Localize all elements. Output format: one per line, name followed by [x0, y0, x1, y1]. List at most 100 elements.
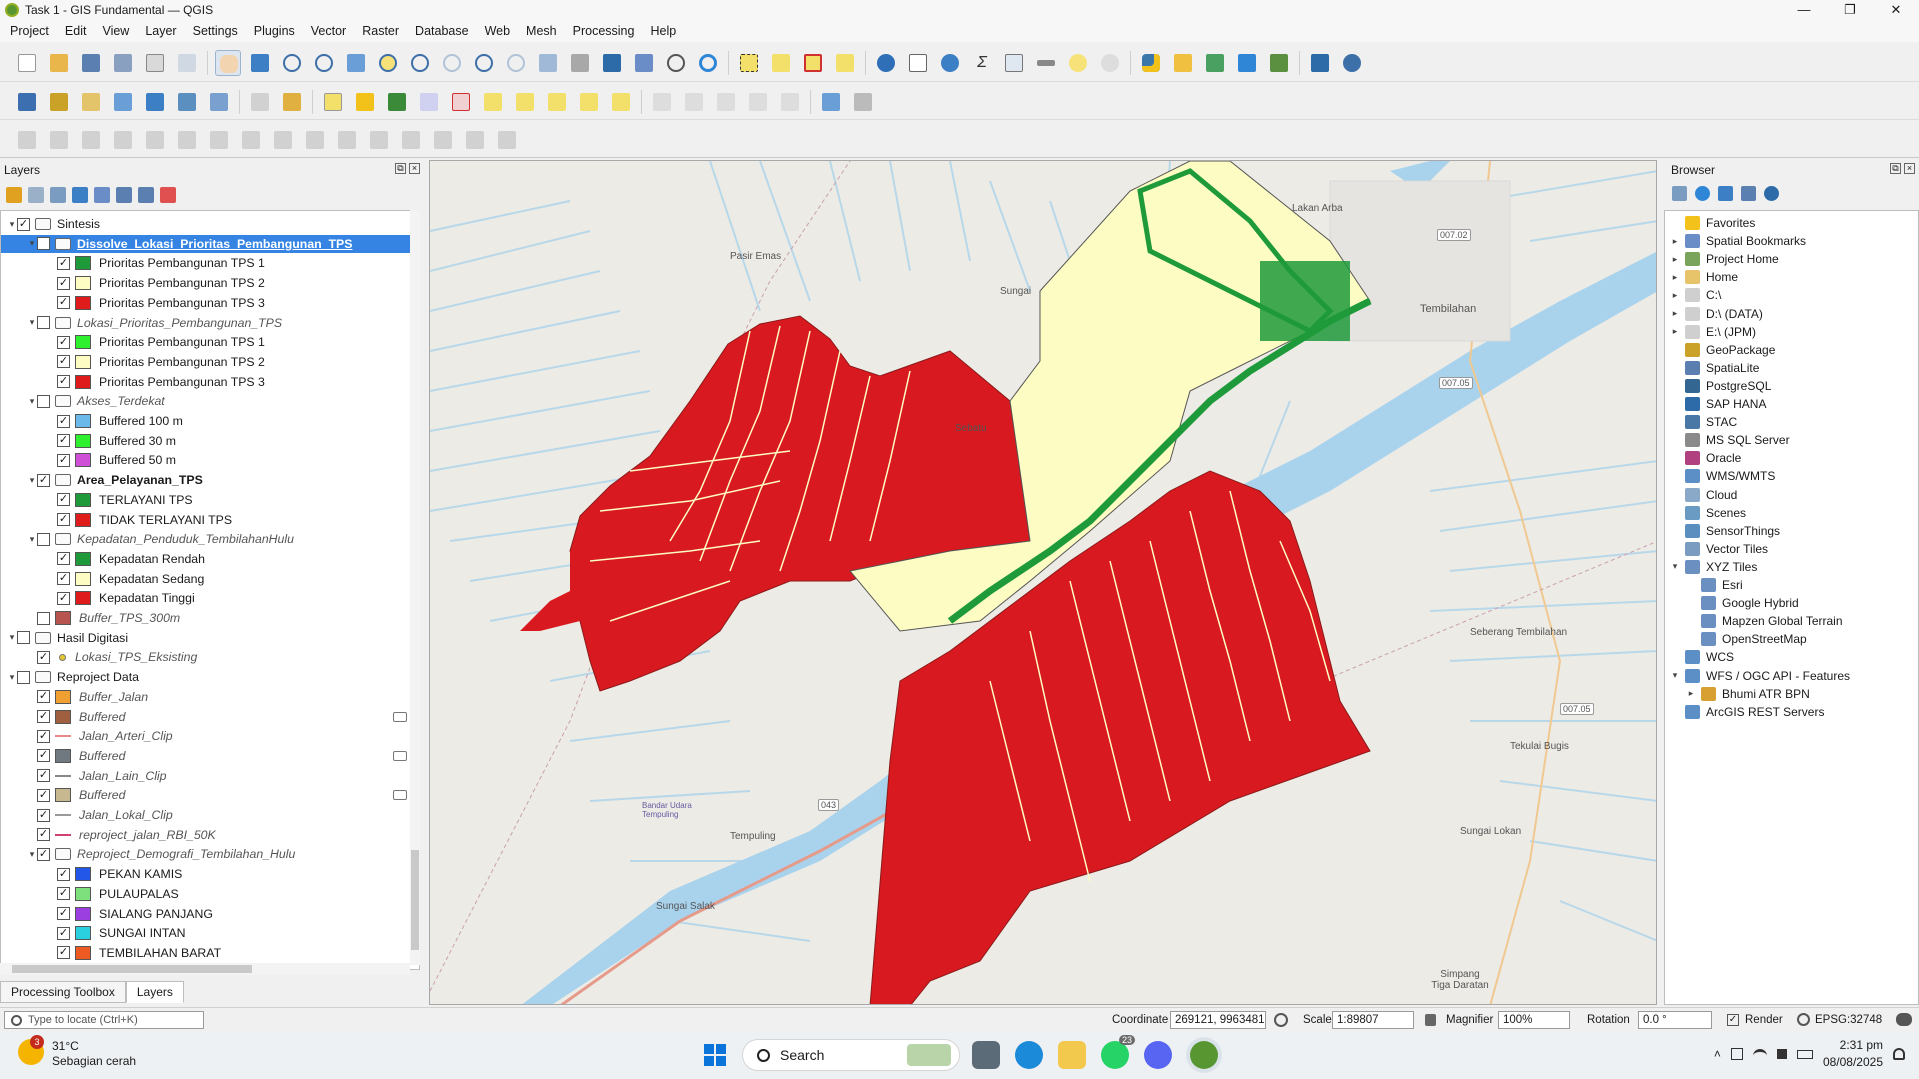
move-annotation-icon[interactable] [850, 89, 876, 115]
layer-tree-row[interactable]: ✓ Prioritas Pembangunan TPS 2 [1, 353, 411, 371]
menu-raster[interactable]: Raster [352, 24, 405, 38]
identify-features-icon[interactable] [873, 50, 899, 76]
file-explorer-icon[interactable] [1058, 1041, 1086, 1069]
start-button[interactable] [704, 1044, 726, 1066]
browser-item[interactable]: SensorThings [1665, 522, 1915, 540]
expand-arrow-icon[interactable]: ▸ [1669, 326, 1681, 337]
diagram-icon[interactable] [384, 89, 410, 115]
layer-tree-row[interactable]: ✓ Kepadatan Tinggi [1, 589, 411, 607]
layer-visibility-checkbox[interactable]: ✓ [57, 552, 70, 566]
filter-browser-icon[interactable] [1718, 186, 1733, 201]
layer-tree-row[interactable]: ✓ Kepadatan Sedang [1, 570, 411, 588]
deselect-all-icon[interactable] [800, 50, 826, 76]
extents-toggle-icon[interactable] [1274, 1013, 1288, 1027]
browser-item[interactable]: Google Hybrid [1665, 594, 1915, 612]
save-project-icon[interactable] [78, 50, 104, 76]
tray-chevron-icon[interactable]: ˄ [1714, 1047, 1721, 1061]
plugin-icon-3[interactable] [1234, 50, 1260, 76]
expand-arrow-icon[interactable]: ▸ [1669, 308, 1681, 319]
label-pin-icon[interactable] [416, 89, 442, 115]
menu-database[interactable]: Database [405, 24, 475, 38]
tab-processing-toolbox[interactable]: Processing Toolbox [0, 981, 126, 1003]
zoom-last-icon[interactable] [471, 50, 497, 76]
expand-arrow-icon[interactable]: ▾ [7, 632, 17, 643]
layer-tree-row[interactable]: ✓ Jalan_Lain_Clip [1, 767, 411, 785]
layer-visibility-checkbox[interactable]: ✓ [37, 316, 50, 329]
speaker-icon[interactable] [1776, 1049, 1787, 1059]
browser-item[interactable]: Scenes [1665, 504, 1915, 522]
layer-tree-row[interactable]: ▾✓ Akses_Terdekat [1, 392, 411, 410]
filter-legend-icon[interactable] [72, 187, 88, 203]
info-icon[interactable] [1764, 186, 1779, 201]
field-calculator-icon[interactable] [1001, 50, 1027, 76]
select-by-value-icon[interactable] [768, 50, 794, 76]
menu-project[interactable]: Project [0, 24, 55, 38]
scale-field[interactable]: 1:89807 [1332, 1011, 1414, 1029]
layer-visibility-checkbox[interactable]: ✓ [57, 513, 70, 526]
taskbar-search[interactable]: Search [742, 1039, 960, 1071]
collapse-all-icon[interactable] [138, 187, 154, 203]
temporal-controller-icon[interactable] [663, 50, 689, 76]
data-source-manager-icon[interactable] [14, 89, 40, 115]
menu-vector[interactable]: Vector [301, 24, 352, 38]
float-panel-icon[interactable]: ⧉ [395, 163, 406, 174]
simplify-icon[interactable] [174, 127, 200, 153]
label-show-hide-icon[interactable] [576, 89, 602, 115]
discord-icon[interactable] [1144, 1041, 1172, 1069]
layer-tree-row[interactable]: ▾✓ Kepadatan_Penduduk_TembilahanHulu [1, 530, 411, 548]
expand-arrow-icon[interactable]: ▾ [27, 396, 37, 407]
layer-visibility-checkbox[interactable]: ✓ [57, 907, 70, 920]
browser-item[interactable]: STAC [1665, 413, 1915, 431]
clock[interactable]: 2:31 pm 08/08/2025 [1823, 1037, 1883, 1071]
toggle-editing-icon[interactable] [247, 89, 273, 115]
digitize-icon[interactable] [14, 127, 40, 153]
expand-arrow-icon[interactable]: ▸ [1685, 688, 1697, 699]
expand-arrow-icon[interactable]: ▾ [1669, 561, 1681, 572]
split-feature-icon[interactable] [270, 127, 296, 153]
layer-visibility-checkbox[interactable]: ✓ [37, 729, 50, 743]
browser-item[interactable]: ▸ Bhumi ATR BPN [1665, 685, 1915, 703]
undo-icon[interactable] [494, 127, 520, 153]
magnifier-field[interactable]: 100% [1498, 1011, 1570, 1029]
zoom-next-icon[interactable] [503, 50, 529, 76]
new-virtual-layer-icon[interactable] [110, 89, 136, 115]
show-bookmarks-icon[interactable] [631, 50, 657, 76]
browser-item[interactable]: Mapzen Global Terrain [1665, 612, 1915, 630]
layer-tree-row[interactable]: ✓ Buffered [1, 708, 411, 726]
new-shapefile-icon[interactable] [78, 89, 104, 115]
edge-browser-icon[interactable] [1015, 1041, 1043, 1069]
tray-app-icon[interactable] [1730, 1048, 1743, 1060]
locate-icon[interactable] [1097, 50, 1123, 76]
layer-tree-row[interactable]: ✓ Prioritas Pembangunan TPS 3 [1, 294, 411, 312]
remove-layer-icon[interactable] [160, 187, 176, 203]
browser-item[interactable]: GeoPackage [1665, 341, 1915, 359]
browser-item[interactable]: ▾ WFS / OGC API - Features [1665, 667, 1915, 685]
zoom-in-icon[interactable] [279, 50, 305, 76]
layer-tree-row[interactable]: ✓ Buffer_TPS_300m [1, 609, 411, 627]
new-bookmark-icon[interactable] [599, 50, 625, 76]
expand-arrow-icon[interactable]: ▾ [27, 475, 37, 486]
fill-ring-icon[interactable] [713, 89, 739, 115]
add-part-icon[interactable] [681, 89, 707, 115]
zoom-full-icon[interactable] [343, 50, 369, 76]
scale-feature-icon[interactable] [142, 127, 168, 153]
layer-visibility-checkbox[interactable]: ✓ [57, 335, 70, 349]
layer-tree-row[interactable]: ▾✓ Reproject Data [1, 668, 411, 686]
browser-item[interactable]: Esri [1665, 576, 1915, 594]
add-vector-icon[interactable] [206, 89, 232, 115]
menu-layer[interactable]: Layer [135, 24, 182, 38]
expand-arrow-icon[interactable]: ▾ [27, 534, 37, 545]
layer-visibility-checkbox[interactable]: ✓ [57, 572, 70, 586]
print-layout-icon[interactable] [142, 50, 168, 76]
maximize-button[interactable]: ❐ [1827, 0, 1873, 20]
expand-arrow-icon[interactable]: ▸ [1669, 290, 1681, 301]
float-browser-icon[interactable]: ⧉ [1890, 163, 1901, 174]
locator-search-input[interactable]: Type to locate (Ctrl+K) [4, 1011, 204, 1029]
new-map-view-icon[interactable] [535, 50, 561, 76]
expand-arrow-icon[interactable]: ▾ [27, 317, 37, 328]
zoom-to-layer-icon[interactable] [407, 50, 433, 76]
rotate-feature-icon[interactable] [110, 127, 136, 153]
layer-tree-row[interactable]: ✓ Jalan_Arteri_Clip [1, 727, 411, 745]
layer-visibility-checkbox[interactable]: ✓ [37, 394, 50, 408]
add-delimited-text-icon[interactable] [142, 89, 168, 115]
